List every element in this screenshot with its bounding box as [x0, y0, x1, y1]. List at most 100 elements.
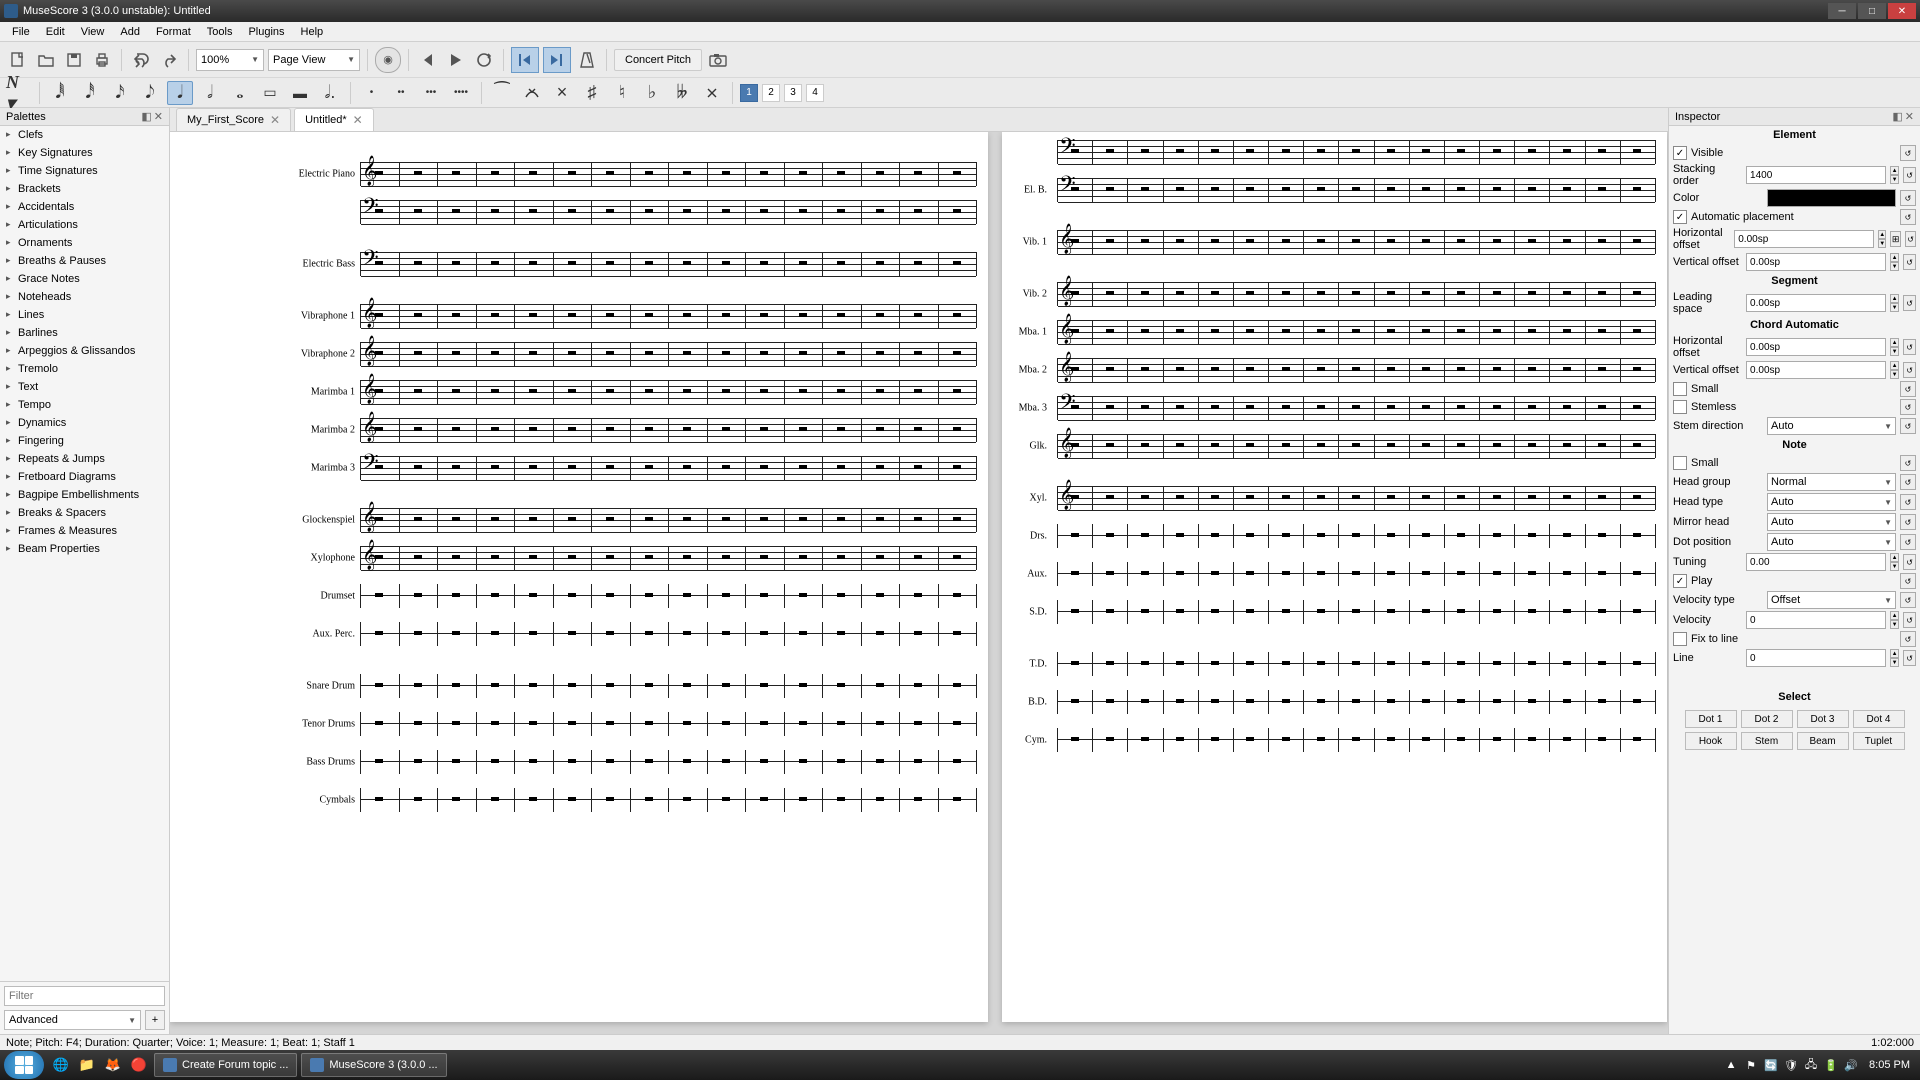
double-flat-button[interactable]: 𝄫 [669, 81, 695, 105]
reset-button[interactable]: ↺ [1900, 474, 1916, 490]
reset-button[interactable]: ↺ [1903, 362, 1916, 378]
concert-pitch-button[interactable]: Concert Pitch [614, 49, 702, 71]
reset-button[interactable]: ↺ [1900, 514, 1916, 530]
slur-button[interactable] [519, 81, 545, 105]
leading-space-input[interactable] [1746, 294, 1886, 312]
score-tab-2[interactable]: Untitled*✕ [294, 108, 374, 131]
tray-volume-icon[interactable]: 🔊 [1843, 1057, 1859, 1073]
explorer-icon[interactable]: 📁 [76, 1054, 98, 1076]
dot-position-select[interactable]: Auto▼ [1767, 533, 1896, 551]
spin-down[interactable]: ▼ [1890, 175, 1899, 184]
augmentation-dot-button[interactable]: 𝅗𝅥. [317, 81, 343, 105]
palette-item[interactable]: Articulations [0, 216, 169, 234]
tray-shield-icon[interactable]: 🛡 [1783, 1057, 1799, 1073]
palette-item[interactable]: Tempo [0, 396, 169, 414]
palettes-undock-icon[interactable]: ◧ [141, 110, 151, 123]
chord-voff-input[interactable] [1746, 361, 1886, 379]
task-item-1[interactable]: Create Forum topic ... [154, 1053, 297, 1077]
voice-2-button[interactable]: 2 [762, 84, 780, 102]
palette-item[interactable]: Lines [0, 306, 169, 324]
spin-up[interactable]: ▲ [1890, 166, 1899, 175]
tray-sync-icon[interactable]: 🔄 [1763, 1057, 1779, 1073]
reset-button[interactable]: ↺ [1903, 612, 1916, 628]
inspector-close-icon[interactable]: ✕ [1905, 110, 1914, 123]
select-hook-button[interactable]: Hook [1685, 732, 1737, 750]
autoplace-checkbox[interactable]: ✓ [1673, 210, 1687, 224]
palette-item[interactable]: Key Signatures [0, 144, 169, 162]
palette-item[interactable]: Tremolo [0, 360, 169, 378]
palette-item[interactable]: Noteheads [0, 288, 169, 306]
duration-quarter-button[interactable]: 𝅘𝅥 [167, 81, 193, 105]
palette-item[interactable]: Grace Notes [0, 270, 169, 288]
menu-plugins[interactable]: Plugins [240, 24, 292, 40]
duration-whole-button[interactable]: 𝅝 [227, 81, 253, 105]
duration-64th-button[interactable]: 𝅘𝅥𝅱 [47, 81, 73, 105]
voffset-input[interactable] [1746, 253, 1886, 271]
flat-button[interactable]: ♭ [639, 81, 665, 105]
color-picker[interactable] [1767, 189, 1896, 207]
duration-half-button[interactable]: 𝅗𝅥 [197, 81, 223, 105]
chord-small-checkbox[interactable] [1673, 382, 1687, 396]
select-beam-button[interactable]: Beam [1797, 732, 1849, 750]
menu-format[interactable]: Format [148, 24, 199, 40]
palette-item[interactable]: Ornaments [0, 234, 169, 252]
fix-line-checkbox[interactable] [1673, 632, 1687, 646]
reset-button[interactable]: ↺ [1905, 231, 1916, 247]
select-tuplet-button[interactable]: Tuplet [1853, 732, 1905, 750]
velocity-input[interactable] [1746, 611, 1886, 629]
add-palette-button[interactable]: + [145, 1010, 165, 1030]
palette-item[interactable]: Fingering [0, 432, 169, 450]
metronome-button[interactable] [575, 48, 599, 72]
close-icon[interactable]: ✕ [353, 113, 363, 127]
palette-item[interactable]: Breaks & Spacers [0, 504, 169, 522]
flip-button[interactable] [699, 81, 725, 105]
reset-button[interactable]: ↺ [1900, 190, 1916, 206]
duration-8th-button[interactable]: 𝅘𝅥𝅮 [137, 81, 163, 105]
loop-in-button[interactable] [511, 47, 539, 73]
reset-button[interactable]: ↺ [1900, 573, 1916, 589]
reset-button[interactable]: ↺ [1900, 418, 1916, 434]
chrome-icon[interactable]: 🔴 [128, 1054, 150, 1076]
palette-item[interactable]: Dynamics [0, 414, 169, 432]
voice-1-button[interactable]: 1 [740, 84, 758, 102]
marcato-button[interactable]: × [549, 81, 575, 105]
reset-button[interactable]: ↺ [1900, 631, 1916, 647]
palette-workspace-select[interactable]: Advanced▼ [4, 1010, 141, 1030]
reset-button[interactable]: ↺ [1903, 650, 1916, 666]
menu-file[interactable]: File [4, 24, 38, 40]
chord-hoff-input[interactable] [1746, 338, 1886, 356]
reset-button[interactable]: ↺ [1900, 399, 1916, 415]
select-dot-2-button[interactable]: Dot 2 [1741, 710, 1793, 728]
reset-button[interactable]: ↺ [1900, 494, 1916, 510]
play-checkbox[interactable]: ✓ [1673, 574, 1687, 588]
palette-list[interactable]: ClefsKey SignaturesTime SignaturesBracke… [0, 126, 169, 981]
sharp-button[interactable]: ♯ [579, 81, 605, 105]
rewind-button[interactable] [416, 48, 440, 72]
visible-checkbox[interactable]: ✓ [1673, 146, 1687, 160]
palette-item[interactable]: Text [0, 378, 169, 396]
open-file-button[interactable] [34, 48, 58, 72]
grid-button[interactable]: ⊞ [1890, 231, 1901, 247]
palette-item[interactable]: Breaths & Pauses [0, 252, 169, 270]
hoffset-input[interactable] [1734, 230, 1874, 248]
menu-add[interactable]: Add [112, 24, 148, 40]
voice-3-button[interactable]: 3 [784, 84, 802, 102]
play-button[interactable] [444, 48, 468, 72]
palette-item[interactable]: Repeats & Jumps [0, 450, 169, 468]
voice-4-button[interactable]: 4 [806, 84, 824, 102]
start-button[interactable] [4, 1051, 44, 1079]
score-canvas[interactable]: Electric Piano𝄞𝄢Electric Bass𝄢Vibraphone… [170, 132, 1668, 1034]
reset-button[interactable]: ↺ [1900, 534, 1916, 550]
head-group-select[interactable]: Normal▼ [1767, 473, 1896, 491]
select-dot-1-button[interactable]: Dot 1 [1685, 710, 1737, 728]
score-online-button[interactable]: ◉ [375, 47, 401, 73]
dot2-button[interactable]: •• [388, 81, 414, 105]
stem-direction-select[interactable]: Auto▼ [1767, 417, 1896, 435]
reset-button[interactable]: ↺ [1900, 455, 1916, 471]
reset-button[interactable]: ↺ [1903, 167, 1916, 183]
reset-button[interactable]: ↺ [1903, 554, 1916, 570]
select-stem-button[interactable]: Stem [1741, 732, 1793, 750]
new-file-button[interactable] [6, 48, 30, 72]
tie-button[interactable]: ⁀ [489, 81, 515, 105]
tray-battery-icon[interactable]: 🔋 [1823, 1057, 1839, 1073]
